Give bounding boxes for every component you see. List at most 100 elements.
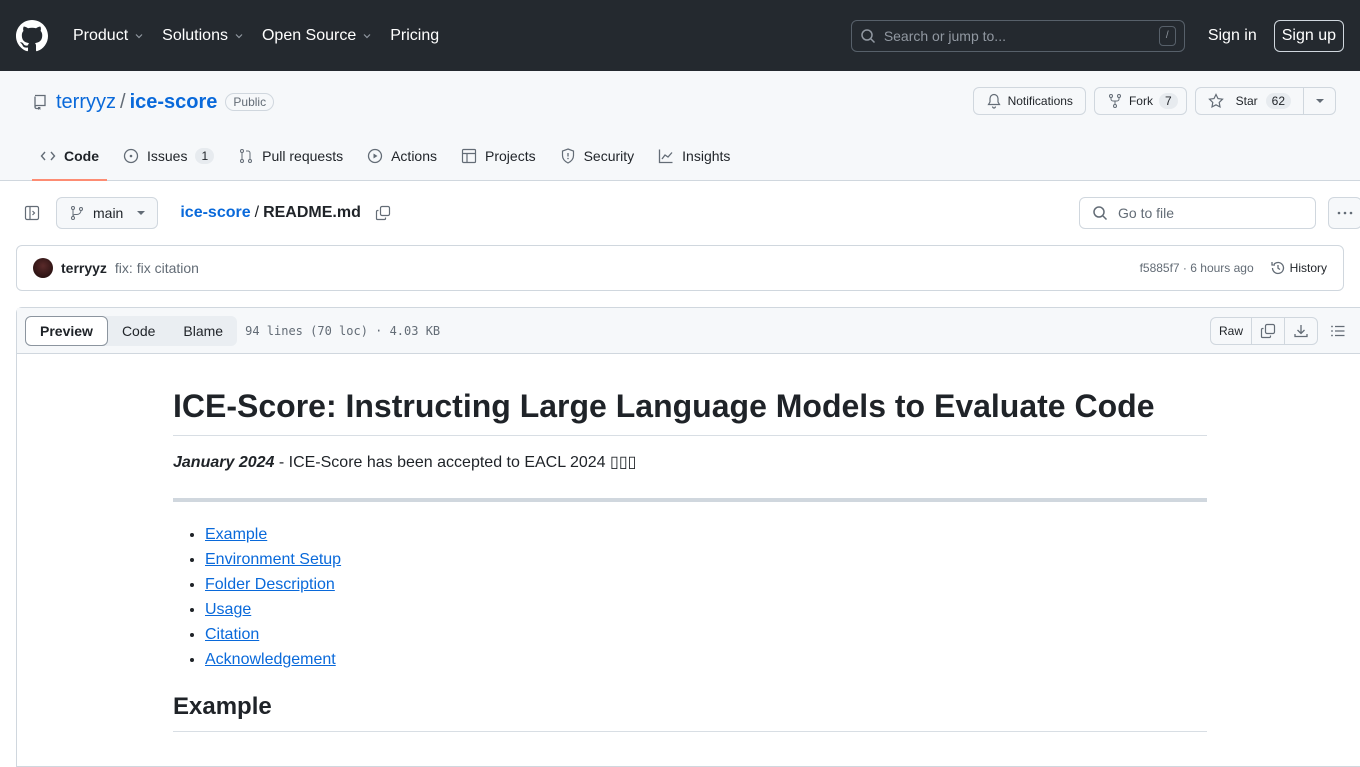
file-navigation: main ice-score / README.md Go to file [0,181,1360,245]
tab-code[interactable]: Code [32,132,107,181]
tab-label: Issues [147,148,188,164]
search-icon [1093,206,1108,221]
breadcrumb-repo-link[interactable]: ice-score [180,204,250,222]
blame-tab[interactable]: Blame [169,316,237,346]
sidebar-expand-icon[interactable] [24,205,40,221]
repo-owner-link[interactable]: terryyz [56,91,116,114]
tab-security[interactable]: Security [552,132,643,180]
toc-link-folder-description[interactable]: Folder Description [205,576,335,593]
list-item: Folder Description [205,576,1207,594]
fork-label: Fork [1128,94,1153,108]
tab-label: Insights [682,148,731,164]
tab-issues[interactable]: Issues 1 [115,132,222,180]
code-tab[interactable]: Code [108,316,169,346]
toc-link-citation[interactable]: Citation [205,626,259,643]
toc-link-acknowledgement[interactable]: Acknowledgement [205,651,336,668]
file-header: Preview Code Blame 94 lines (70 loc) · 4… [17,308,1360,354]
copy-raw-button[interactable] [1252,317,1285,344]
star-dropdown-button[interactable] [1303,88,1335,114]
file-tools: Raw [1209,316,1346,345]
file-actions-group: Raw [1209,316,1318,345]
history-icon [1271,261,1284,275]
section-heading-example: Example [173,693,1207,732]
chevron-down-icon [135,33,143,38]
nav-label: Product [73,26,129,44]
list-item: Acknowledgement [205,651,1207,669]
top-nav: Product Solutions Open Source Pricing [73,27,457,45]
breadcrumb-separator: / [254,204,260,221]
more-options-button[interactable] [1328,197,1360,229]
announcement-date: January 2024 [173,454,275,471]
readme-title: ICE-Score: Instructing Large Language Mo… [173,388,1207,436]
repo-actions: Notifications Fork 7 Star 62 [972,87,1336,115]
announcement-text: - ICE-Score has been accepted to EACL 20… [274,454,637,471]
repo-tabs: Code Issues 1 Pull requests Actions Proj… [32,132,746,181]
fork-button[interactable]: Fork 7 [1093,87,1187,115]
tab-actions[interactable]: Actions [359,132,445,180]
readme-content: ICE-Score: Instructing Large Language Mo… [17,388,1207,732]
global-header: Product Solutions Open Source Pricing Se… [0,0,1360,71]
code-icon [40,151,56,161]
repo-separator: / [120,90,126,113]
issue-icon [123,148,139,164]
search-icon [861,28,875,43]
toc-link-usage[interactable]: Usage [205,601,251,618]
notifications-button[interactable]: Notifications [972,87,1086,115]
star-icon [1207,93,1224,109]
triangle-down-icon [137,211,146,215]
nav-pricing[interactable]: Pricing [390,27,439,45]
history-link[interactable]: History [1270,260,1327,276]
list-item: Usage [205,601,1207,619]
tab-label: Security [583,148,635,164]
breadcrumb-file: README.md [263,204,361,221]
preview-tab[interactable]: Preview [25,315,108,346]
download-icon [1294,324,1308,337]
list-item: Citation [205,626,1207,644]
fork-count: 7 [1158,93,1178,109]
raw-button[interactable]: Raw [1211,317,1252,344]
repo-name-link[interactable]: ice-score [130,91,218,114]
avatar[interactable] [33,258,53,278]
tab-projects[interactable]: Projects [453,132,544,180]
play-icon [367,148,383,164]
commit-author[interactable]: terryyz [61,260,107,276]
issues-count: 1 [195,148,215,164]
tab-label: Actions [391,148,438,164]
nav-open-source[interactable]: Open Source [262,27,372,45]
tab-pull-requests[interactable]: Pull requests [230,132,351,180]
search-placeholder: Search or jump to... [883,27,1006,44]
sign-up-button[interactable]: Sign up [1273,19,1344,52]
nav-solutions[interactable]: Solutions [162,27,244,45]
star-count: 62 [1265,93,1291,109]
commit-meta[interactable]: f5885f7 · 6 hours ago [1140,261,1254,275]
star-label: Star [1235,94,1258,108]
branch-name: main [93,205,124,221]
list-item: Environment Setup [205,551,1207,569]
toc-link-example[interactable]: Example [205,526,267,543]
global-search-input[interactable]: Search or jump to... / [850,19,1185,52]
file-viewer: Preview Code Blame 94 lines (70 loc) · 4… [16,307,1360,767]
notifications-label: Notifications [1007,94,1073,108]
nav-label: Open Source [261,26,357,44]
nav-label: Pricing [390,26,440,44]
star-button[interactable]: Star 62 [1194,87,1336,115]
tab-label: Code [64,148,99,164]
commit-message[interactable]: fix: fix citation [115,260,199,276]
divider [173,498,1207,502]
github-logo-icon[interactable] [16,19,48,52]
download-button[interactable] [1285,318,1317,344]
graph-icon [659,149,673,164]
repo-header: terryyz / ice-score Public Notifications… [0,71,1360,181]
shield-icon [561,148,574,164]
branch-selector[interactable]: main [56,197,159,229]
kebab-horizontal-icon [1337,211,1353,215]
latest-commit-bar: terryyz fix: fix citation f5885f7 · 6 ho… [16,245,1344,291]
nav-product[interactable]: Product [73,27,144,45]
sign-in-link[interactable]: Sign in [1208,27,1257,45]
outline-list-icon[interactable] [1330,323,1346,339]
toc-link-environment-setup[interactable]: Environment Setup [205,551,341,568]
copy-icon[interactable] [375,205,391,221]
tab-insights[interactable]: Insights [650,132,738,180]
go-to-file-input[interactable]: Go to file [1079,197,1316,229]
chevron-down-icon [235,33,243,38]
